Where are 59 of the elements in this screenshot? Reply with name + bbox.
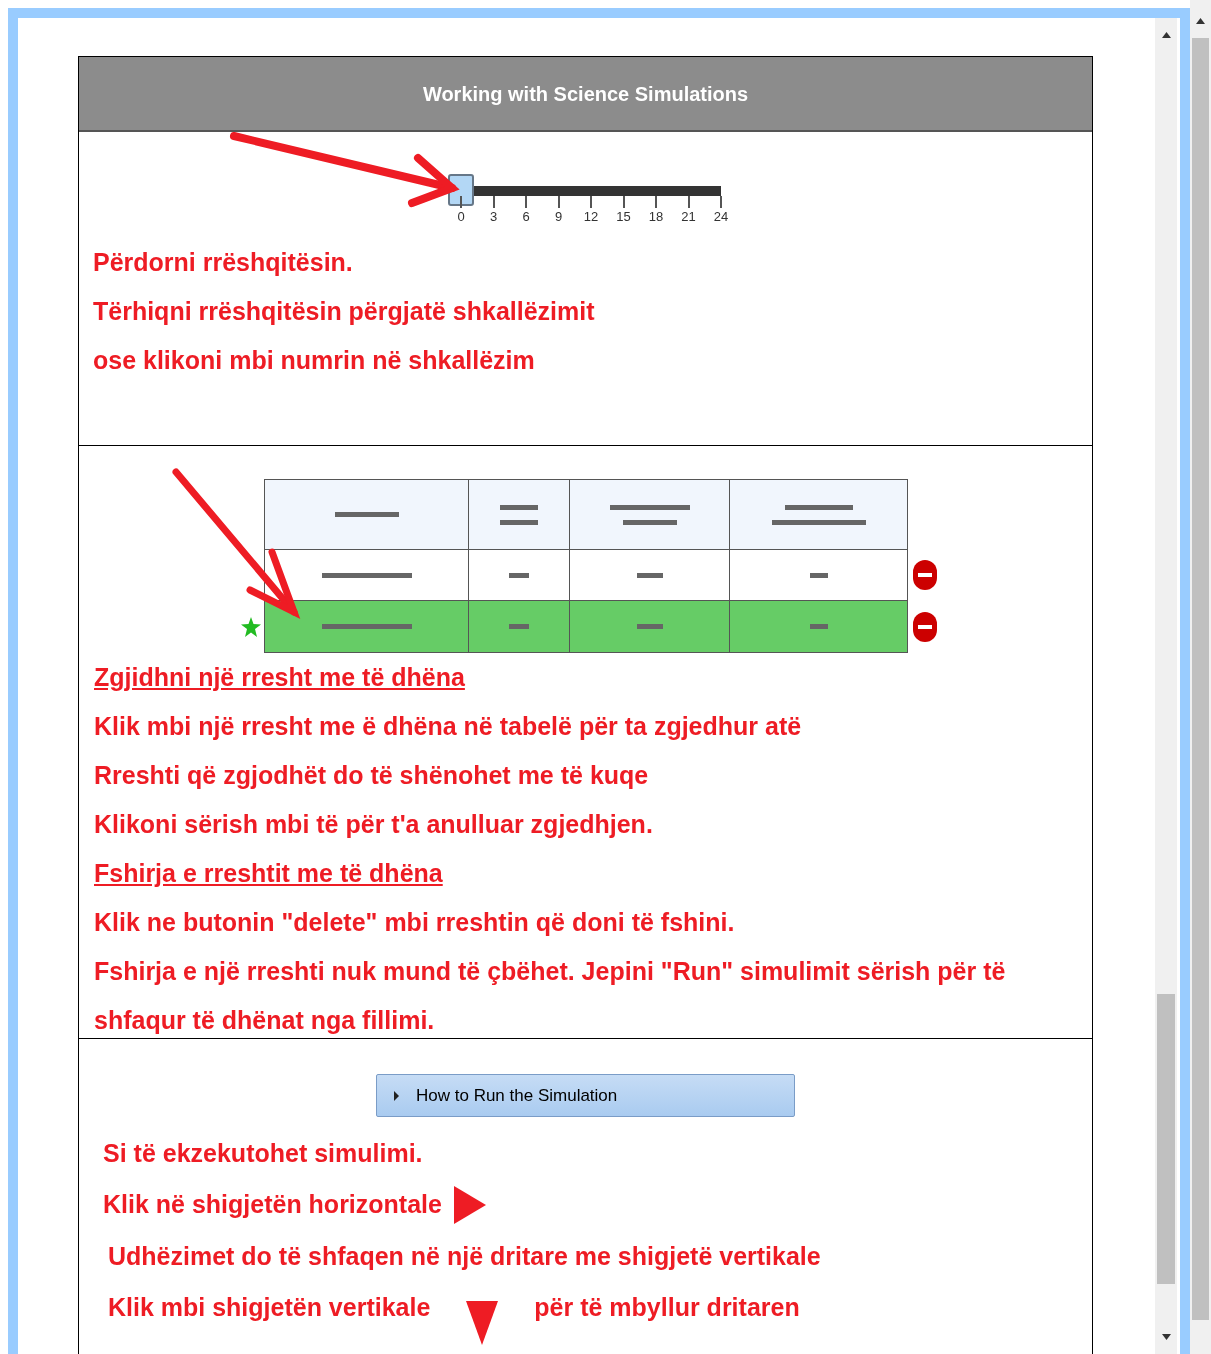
instruction-text: Fshirja e një rreshti nuk mund të çbëhet. Jepini "Run" simulimit sërish për të shfaqur të dhënat nga fillimi. — [94, 956, 1007, 1036]
tick-label[interactable]: 24 — [713, 208, 729, 226]
instruction-text: Udhëzimet do të shfaqen në një dritare me shigjetë vertikale — [108, 1241, 821, 1272]
tick-mark — [687, 196, 690, 208]
caret-right-icon — [393, 1090, 400, 1101]
scrollbar-thumb[interactable] — [1192, 38, 1209, 1320]
scroll-up-icon[interactable] — [1161, 32, 1171, 38]
delete-button[interactable] — [913, 612, 937, 642]
instruction-text: ose klikoni mbi numrin në shkallëzim — [93, 345, 535, 376]
tick-mark — [655, 196, 657, 208]
tick-mark — [557, 196, 560, 208]
tick-mark — [460, 196, 462, 208]
instruction-text: për të mbyllur dritaren — [534, 1292, 800, 1324]
down-triangle-icon — [466, 1301, 499, 1345]
star-icon — [240, 616, 262, 638]
tick-mark — [622, 196, 625, 208]
placeholder-bar — [784, 504, 853, 510]
window-title: Working with Science Simulations — [422, 81, 749, 107]
placeholder-bar — [636, 624, 663, 629]
expand-section-button[interactable]: How to Run the Simulation — [376, 1074, 795, 1117]
instruction-text: Klik mbi shigjetën vertikale — [108, 1292, 431, 1324]
section-heading: Fshirja e rreshtit me të dhëna — [94, 857, 443, 889]
scrollbar-thumb[interactable] — [1157, 994, 1175, 1284]
instruction-text: Si të ekzekutohet simulimi. — [103, 1138, 423, 1169]
instruction-text: Përdorni rrëshqitësin. — [93, 247, 353, 278]
placeholder-bar — [509, 624, 529, 629]
instruction-text: Klik ne butonin "delete" mbi rreshtin që doni të fshini. — [94, 907, 735, 938]
placeholder-bar — [809, 624, 828, 629]
placeholder-bar — [500, 504, 538, 510]
tick-mark — [525, 196, 527, 208]
scroll-down-icon[interactable] — [1161, 1334, 1171, 1340]
scrollbar[interactable] — [1190, 0, 1211, 1354]
placeholder-bar — [500, 519, 538, 525]
tick-label[interactable]: 18 — [648, 208, 664, 226]
scroll-up-icon[interactable] — [1196, 18, 1205, 24]
tick-label[interactable]: 6 — [522, 208, 530, 226]
scrollbar[interactable] — [1155, 18, 1177, 1354]
tick-mark — [492, 196, 495, 208]
instruction-text: Tërhiqni rrëshqitësin përgjatë shkallëzimit — [93, 296, 595, 327]
placeholder-bar — [809, 572, 828, 578]
delete-button[interactable] — [913, 560, 937, 590]
tick-mark — [590, 196, 592, 208]
right-triangle-icon — [453, 1186, 486, 1224]
tick-label[interactable]: 15 — [616, 208, 631, 226]
placeholder-bar — [636, 572, 663, 578]
tick-label[interactable]: 0 — [457, 208, 465, 226]
instruction-text: Klik mbi një rresht me ë dhëna në tabelë për ta zgjedhur atë — [94, 711, 802, 742]
tick-label[interactable]: 9 — [554, 208, 563, 226]
tick-mark — [720, 196, 722, 208]
placeholder-bar — [509, 572, 529, 578]
instruction-text: Klik në shigjetën horizontale — [103, 1189, 442, 1221]
tick-label[interactable]: 12 — [583, 208, 599, 226]
section-heading: Zgjidhni një rresht me të dhëna — [94, 661, 465, 693]
placeholder-bar — [334, 512, 399, 517]
tick-label[interactable]: 3 — [489, 208, 498, 226]
placeholder-bar — [622, 519, 677, 525]
instruction-text: Rreshti që zgjodhët do të shënohet me të kuqe — [94, 760, 649, 791]
instruction-text: Klikoni sërish mbi të për t'a anulluar zgjedhjen. — [94, 809, 653, 840]
tick-label[interactable]: 21 — [681, 208, 696, 226]
